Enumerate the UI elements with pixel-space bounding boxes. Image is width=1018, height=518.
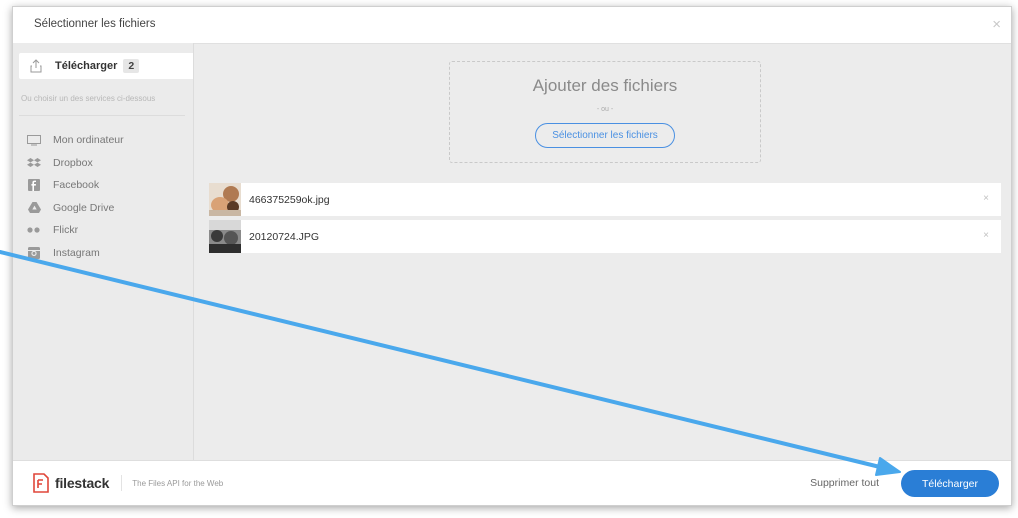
sidebar-item-instagram[interactable]: Instagram [27,242,124,265]
sidebar-item-dropbox[interactable]: Dropbox [27,152,124,175]
services-hint: Ou choisir un des services ci-dessous [21,94,156,103]
brand-name: filestack [55,475,110,491]
upload-button[interactable]: Télécharger [901,470,999,497]
sidebar-item-flickr[interactable]: Flickr [27,219,124,242]
source-label: Google Drive [53,201,115,214]
sidebar-item-facebook[interactable]: Facebook [27,174,124,197]
brand-tagline: The Files API for the Web [132,478,224,488]
close-icon[interactable]: × [992,16,1001,33]
dialog-title: Sélectionner les fichiers [34,18,156,30]
dialog-title-bar: Sélectionner les fichiers × [13,7,1011,44]
file-name: 466375259ok.jpg [249,193,330,206]
sidebar-divider [19,115,185,116]
dropzone-title: Ajouter des fichiers [532,76,678,95]
main-panel: Ajouter des fichiers - ou - Sélectionner… [194,43,1011,461]
facebook-icon [27,179,41,192]
flickr-icon [27,224,41,236]
monitor-icon [27,134,41,146]
brand: filestack The Files API for the Web [33,473,223,493]
remove-all-button[interactable]: Supprimer tout [810,477,879,489]
source-list: Mon ordinateur Dropbox Facebook Google D… [27,129,124,264]
select-files-button[interactable]: Sélectionner les fichiers [535,123,675,148]
file-list: 466375259ok.jpg × 20120724.JPG × [209,183,1001,257]
source-label: Mon ordinateur [53,134,124,147]
file-count-badge: 2 [123,59,140,73]
source-label: Dropbox [53,156,93,169]
source-label: Facebook [53,179,100,192]
dialog-footer: filestack The Files API for the Web Supp… [13,460,1011,505]
sidebar-item-upload[interactable]: Télécharger 2 [19,53,193,79]
file-row: 20120724.JPG × [209,220,1001,253]
upload-icon [30,59,42,73]
file-picker-dialog: Sélectionner les fichiers × Télécharger … [12,6,1012,506]
brand-separator [121,475,123,491]
file-thumbnail [209,183,241,216]
google-drive-icon [27,202,41,214]
file-thumbnail [209,220,241,253]
dropzone-or: - ou - [596,106,614,113]
file-row: 466375259ok.jpg × [209,183,1001,216]
remove-file-icon[interactable]: × [983,230,989,241]
dropbox-icon [27,157,41,169]
source-label: Flickr [53,224,79,237]
remove-file-icon[interactable]: × [983,193,989,204]
drop-zone[interactable]: Ajouter des fichiers - ou - Sélectionner… [449,61,761,163]
file-name: 20120724.JPG [249,230,320,243]
sidebar-item-google-drive[interactable]: Google Drive [27,197,124,220]
sidebar-item-computer[interactable]: Mon ordinateur [27,129,124,152]
sidebar: Télécharger 2 Ou choisir un des services… [13,43,194,461]
instagram-icon [27,246,41,259]
upload-tab-label: Télécharger [55,60,118,72]
source-label: Instagram [53,246,100,259]
filestack-logo-icon [33,473,49,493]
